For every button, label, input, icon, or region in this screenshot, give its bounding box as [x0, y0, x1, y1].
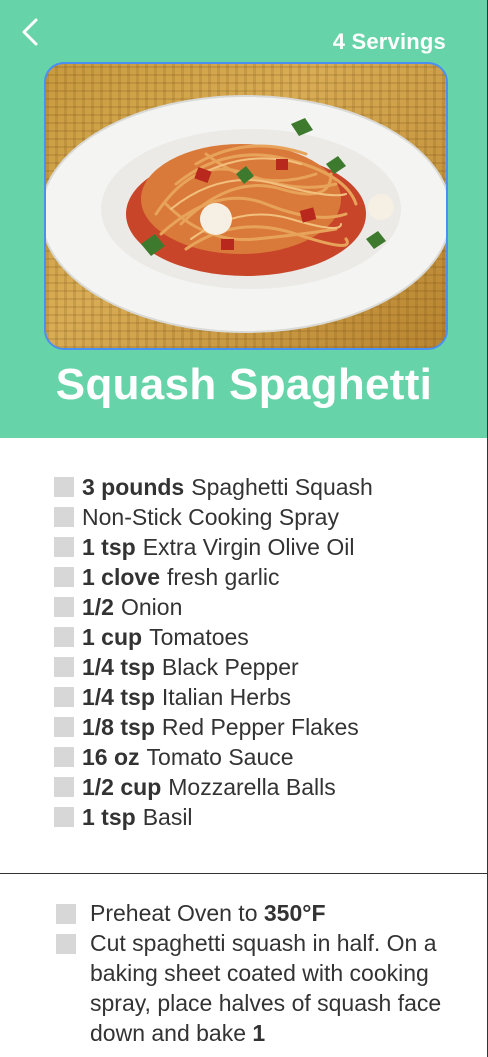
ingredient-checkbox[interactable] — [54, 777, 74, 797]
ingredient-item: 1/2 Onion — [54, 592, 373, 622]
ingredient-quantity: 1 clove — [82, 563, 160, 590]
ingredient-list: 3 pounds Spaghetti Squash Non-Stick Cooki… — [54, 472, 373, 832]
ingredient-item: 3 pounds Spaghetti Squash — [54, 472, 373, 502]
ingredient-item: 1/8 tsp Red Pepper Flakes — [54, 712, 373, 742]
ingredient-name: Italian Herbs — [161, 683, 291, 710]
ingredient-quantity: 1/8 tsp — [82, 713, 155, 740]
ingredient-checkbox[interactable] — [54, 687, 74, 707]
ingredient-checkbox[interactable] — [54, 567, 74, 587]
ingredient-name: Black Pepper — [161, 653, 299, 680]
back-button[interactable] — [16, 14, 48, 50]
ingredient-quantity: 1 cup — [82, 623, 143, 650]
recipe-screen: 4 Servings Squash Spaghetti 3 pounds Spa… — [0, 0, 488, 1057]
step-text: Cut spaghetti squash in half. On a bakin… — [90, 928, 466, 1048]
direction-step: Preheat Oven to 350°F — [56, 898, 466, 928]
ingredient-quantity: 3 pounds — [82, 473, 185, 500]
ingredient-checkbox[interactable] — [54, 657, 74, 677]
step-text: Preheat Oven to 350°F — [90, 898, 466, 928]
ingredient-checkbox[interactable] — [54, 717, 74, 737]
recipe-title: Squash Spaghetti — [55, 360, 433, 409]
ingredient-quantity: 1/2 cup — [82, 773, 162, 800]
ingredient-name: Red Pepper Flakes — [161, 713, 359, 740]
ingredient-item: Non-Stick Cooking Spray — [54, 502, 373, 532]
ingredient-quantity: 1/2 — [82, 593, 114, 620]
step-text-bold: 350°F — [263, 900, 326, 926]
ingredient-quantity: 1/4 tsp — [82, 653, 155, 680]
ingredient-checkbox[interactable] — [54, 597, 74, 617]
ingredient-name: Extra Virgin Olive Oil — [142, 533, 355, 560]
ingredient-quantity: 1 tsp — [82, 803, 136, 830]
recipe-photo — [44, 62, 448, 350]
ingredient-name: Onion — [120, 593, 183, 620]
ingredient-name: Basil — [142, 803, 193, 830]
ingredient-checkbox[interactable] — [54, 537, 74, 557]
step-text-bold: 1 — [252, 1020, 266, 1046]
ingredient-checkbox[interactable] — [54, 507, 74, 527]
direction-step: Cut spaghetti squash in half. On a bakin… — [56, 928, 466, 1048]
ingredient-item: 1/4 tsp Italian Herbs — [54, 682, 373, 712]
step-text-part: Cut spaghetti squash in half. On a bakin… — [90, 930, 442, 1046]
ingredient-item: 1 cup Tomatoes — [54, 622, 373, 652]
ingredient-name: Non-Stick Cooking Spray — [82, 503, 339, 530]
ingredient-item: 1 tsp Basil — [54, 802, 373, 832]
ingredient-name: Mozzarella Balls — [168, 773, 336, 800]
ingredient-name: Tomato Sauce — [146, 743, 294, 770]
ingredient-quantity: 1/4 tsp — [82, 683, 155, 710]
ingredient-name: Spaghetti Squash — [191, 473, 373, 500]
ingredient-checkbox[interactable] — [54, 747, 74, 767]
ingredient-item: 16 oz Tomato Sauce — [54, 742, 373, 772]
ingredient-quantity: 1 tsp — [82, 533, 136, 560]
direction-list: Preheat Oven to 350°F Cut spaghetti squa… — [56, 898, 466, 1048]
servings-label[interactable]: 4 Servings — [333, 29, 446, 55]
step-checkbox[interactable] — [56, 904, 76, 924]
ingredient-quantity: 16 oz — [82, 743, 140, 770]
ingredient-item: 1 clove fresh garlic — [54, 562, 373, 592]
ingredient-name: Tomatoes — [149, 623, 249, 650]
ingredient-name: fresh garlic — [167, 563, 280, 590]
ingredient-checkbox[interactable] — [54, 627, 74, 647]
ingredient-checkbox[interactable] — [54, 477, 74, 497]
ingredient-item: 1 tsp Extra Virgin Olive Oil — [54, 532, 373, 562]
step-text-part: Preheat Oven to — [90, 900, 264, 926]
ingredient-item: 1/4 tsp Black Pepper — [54, 652, 373, 682]
dish-image — [46, 95, 446, 333]
recipe-header: 4 Servings Squash Spaghetti — [0, 0, 488, 438]
section-divider — [0, 873, 488, 874]
ingredient-checkbox[interactable] — [54, 807, 74, 827]
chevron-left-icon — [22, 18, 38, 46]
step-checkbox[interactable] — [56, 934, 76, 954]
ingredient-item: 1/2 cup Mozzarella Balls — [54, 772, 373, 802]
